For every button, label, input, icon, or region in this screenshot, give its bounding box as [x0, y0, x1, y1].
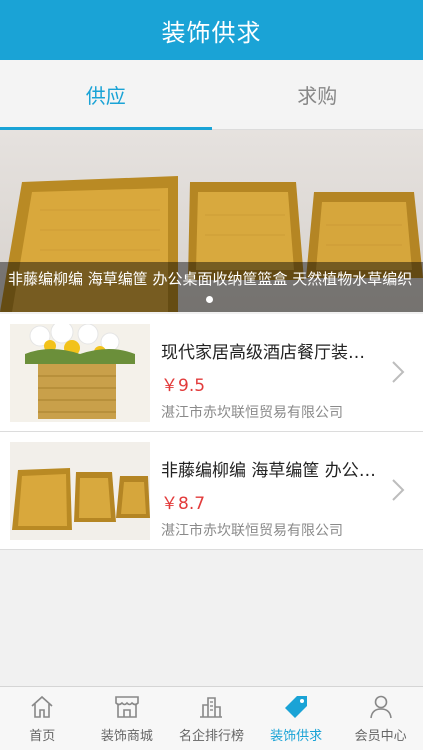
page-title: 装饰供求	[161, 18, 262, 47]
tab-bar-top: 供应 求购	[0, 60, 423, 130]
product-thumbnail	[10, 324, 150, 422]
company-name: 湛江市赤坎联恒贸易有限公司	[161, 523, 343, 539]
product-list: 现代家居高级酒店餐厅装饰花盆 ￥9.5 湛江市赤坎联恒贸易有限公司 非藤编柳编 …	[0, 314, 423, 550]
banner-caption: 非藤编柳编 海草编筐 办公桌面收纳筐篮盒 天然植物水草编织	[0, 262, 423, 312]
building-icon	[200, 697, 223, 718]
list-item[interactable]: 非藤编柳编 海草编筐 办公桌面收纳筐篮盒 ￥8.7 湛江市赤坎联恒贸易有限公司	[0, 432, 423, 550]
product-name: 现代家居高级酒店餐厅装饰花盆	[161, 343, 381, 363]
home-icon	[31, 695, 53, 718]
product-name: 非藤编柳编 海草编筐 办公桌面收纳筐篮盒	[161, 461, 381, 481]
chevron-right-icon	[392, 361, 405, 383]
tab-label: 装饰商城	[100, 729, 153, 744]
tag-icon	[285, 696, 308, 718]
tab-home[interactable]: 首页	[0, 687, 85, 750]
carousel-dot	[206, 296, 213, 303]
company-name: 湛江市赤坎联恒贸易有限公司	[161, 405, 343, 421]
tab-supply[interactable]: 供应	[0, 60, 212, 130]
product-price: ￥8.7	[161, 494, 206, 514]
tab-label: 会员中心	[354, 729, 407, 744]
chevron-right-icon	[392, 479, 405, 501]
tab-demand[interactable]: 求购	[212, 60, 423, 129]
tab-member[interactable]: 会员中心	[338, 687, 423, 750]
tab-ranking[interactable]: 名企排行榜	[169, 687, 254, 750]
list-item[interactable]: 现代家居高级酒店餐厅装饰花盆 ￥9.5 湛江市赤坎联恒贸易有限公司	[0, 314, 423, 432]
user-icon	[369, 695, 392, 719]
product-price: ￥9.5	[161, 376, 206, 396]
tab-store[interactable]: 装饰商城	[85, 687, 170, 750]
app-header: 装饰供求	[0, 0, 423, 60]
product-thumbnail	[10, 442, 150, 540]
tab-label: 首页	[29, 729, 56, 744]
tab-supply-demand[interactable]: 装饰供求	[254, 687, 339, 750]
bottom-tab-bar: 首页 装饰商城 名企排行榜 装饰供求 会员中心	[0, 686, 423, 750]
tab-label: 名企排行榜	[178, 729, 244, 744]
store-icon	[115, 696, 139, 718]
banner-carousel[interactable]: 非藤编柳编 海草编筐 办公桌面收纳筐篮盒 天然植物水草编织	[0, 130, 423, 312]
tab-label: 装饰供求	[270, 729, 323, 744]
